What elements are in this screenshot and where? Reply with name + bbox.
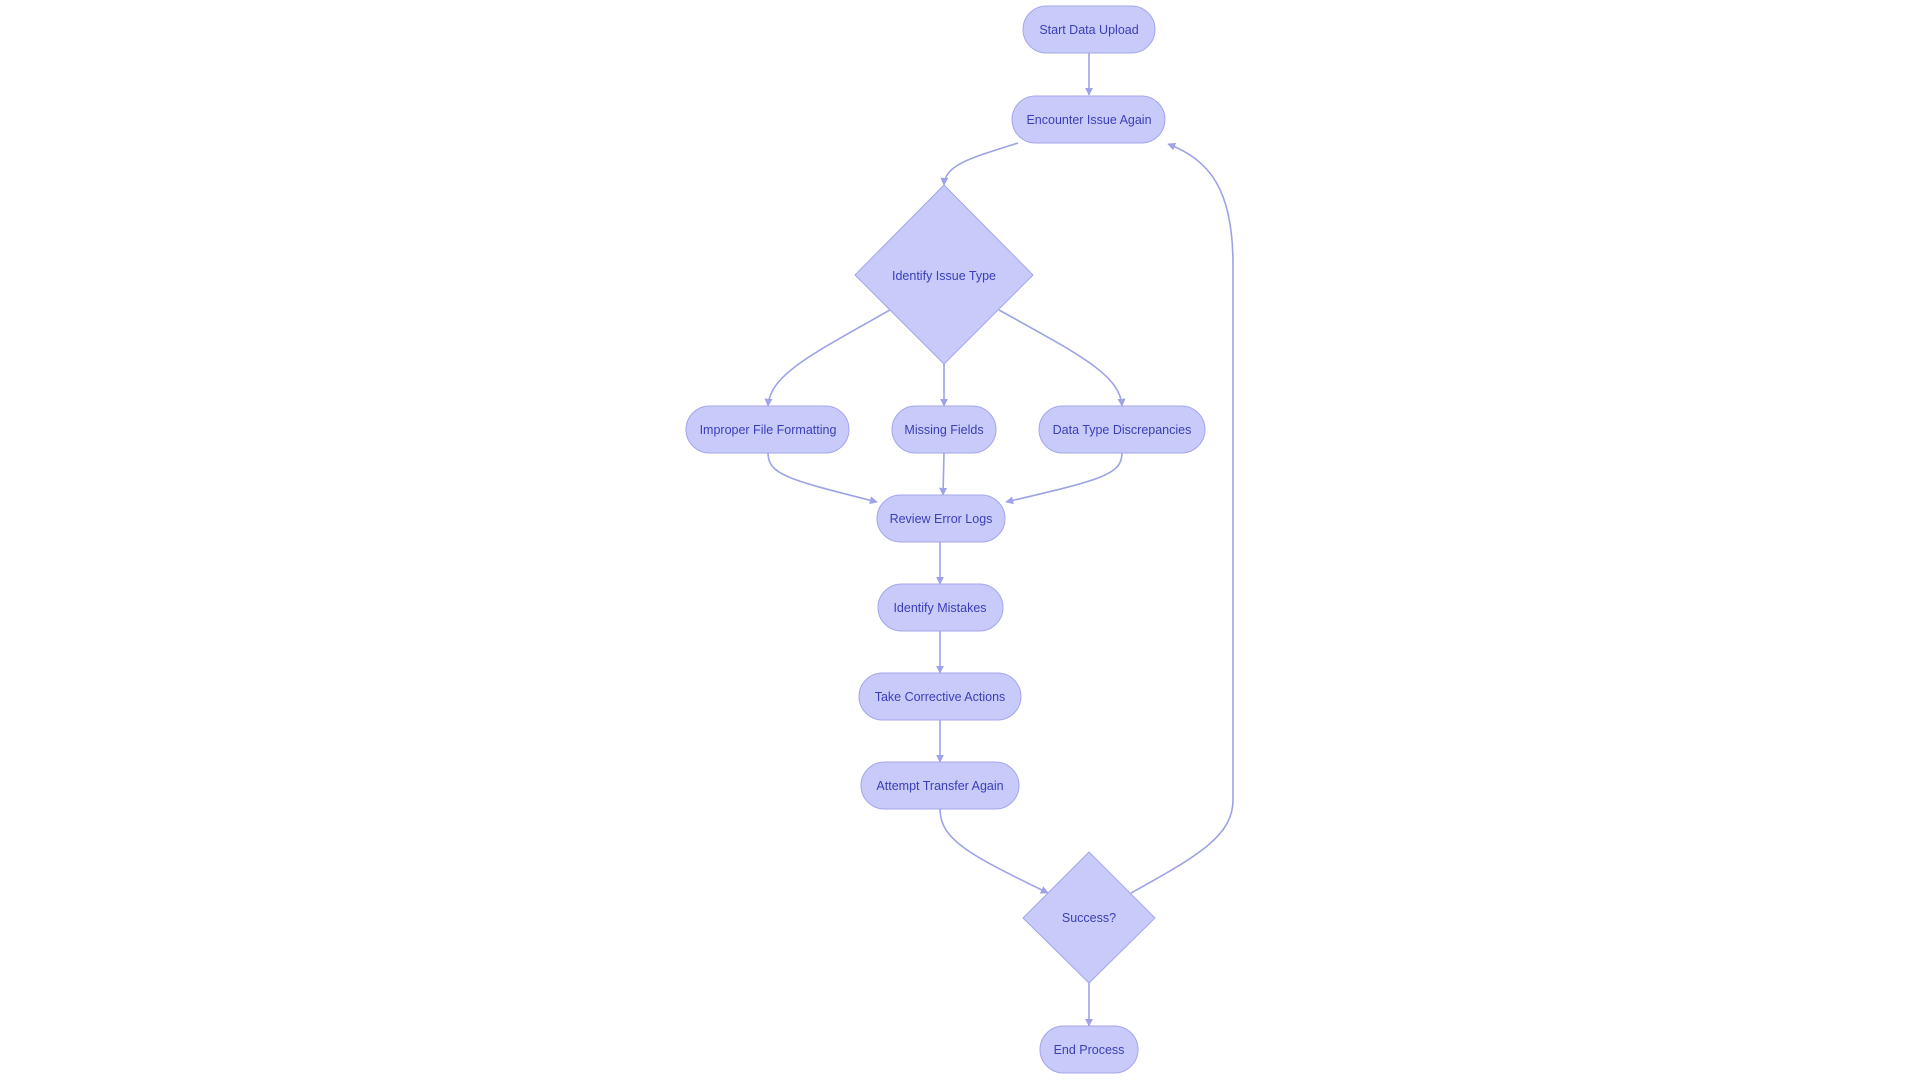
- edge-attempt-to-success: [939, 808, 1049, 894]
- node-label: Encounter Issue Again: [1026, 113, 1151, 127]
- node-review-error-logs[interactable]: Review Error Logs: [876, 494, 1006, 543]
- node-label: Review Error Logs: [890, 512, 993, 526]
- edge-identify-type-to-improper: [764, 309, 891, 407]
- node-missing-fields[interactable]: Missing Fields: [891, 405, 997, 454]
- edge-improper-to-review: [767, 452, 878, 505]
- node-identify-issue-type[interactable]: Identify Issue Type: [854, 184, 1034, 365]
- edge-identify-type-to-datatype: [998, 309, 1126, 407]
- node-label: Data Type Discrepancies: [1053, 423, 1192, 437]
- node-label: Missing Fields: [904, 423, 983, 437]
- node-label: Attempt Transfer Again: [876, 779, 1003, 793]
- node-attempt-transfer-again[interactable]: Attempt Transfer Again: [860, 761, 1020, 810]
- node-label: Improper File Formatting: [700, 423, 837, 437]
- edge-missing-to-review: [939, 452, 948, 496]
- edges: [764, 53, 1234, 1027]
- node-encounter-issue-again[interactable]: Encounter Issue Again: [1011, 95, 1166, 144]
- node-label: Take Corrective Actions: [875, 690, 1006, 704]
- node-label: Success?: [1062, 911, 1116, 925]
- node-label: Start Data Upload: [1039, 23, 1138, 37]
- edge-datatype-to-review: [1005, 452, 1123, 505]
- edge-encounter-to-identify-type: [940, 142, 1019, 186]
- node-label: Identify Mistakes: [893, 601, 986, 615]
- node-take-corrective-actions[interactable]: Take Corrective Actions: [858, 672, 1022, 721]
- node-identify-mistakes[interactable]: Identify Mistakes: [877, 583, 1004, 632]
- flowchart: Start Data Upload Encounter Issue Again …: [685, 5, 1234, 1074]
- node-improper-file-formatting[interactable]: Improper File Formatting: [685, 405, 850, 454]
- edge-success-to-encounter: [1130, 142, 1234, 894]
- node-label: Identify Issue Type: [892, 269, 996, 283]
- node-start-data-upload[interactable]: Start Data Upload: [1022, 5, 1156, 54]
- node-data-type-discrepancies[interactable]: Data Type Discrepancies: [1038, 405, 1206, 454]
- node-success[interactable]: Success?: [1022, 851, 1156, 984]
- node-label: End Process: [1054, 1043, 1125, 1057]
- node-end-process[interactable]: End Process: [1039, 1025, 1139, 1074]
